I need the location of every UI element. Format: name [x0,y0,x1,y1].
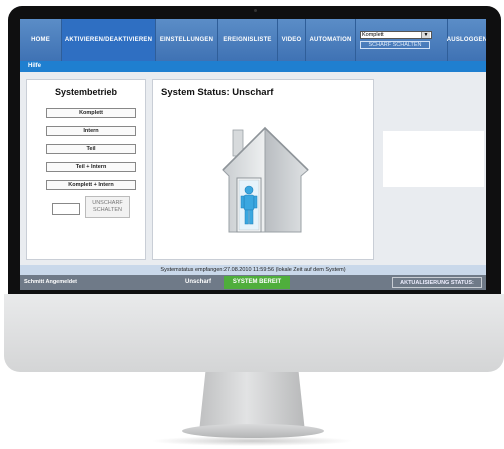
help-link[interactable]: Hilfe [28,63,41,69]
mode-select[interactable]: Komplett ▼ [360,31,432,39]
nav-event-list[interactable]: EREIGNISLISTE [218,19,278,61]
top-navigation: HOME AKTIVIEREN/DEAKTIVIEREN EINSTELLUNG… [20,19,486,61]
nav-home[interactable]: HOME [20,19,62,61]
bottom-status-bar: Schmitt Angemeldet Unscharf SYSTEM BEREI… [20,275,486,290]
screen: HOME AKTIVIEREN/DEAKTIVIEREN EINSTELLUNG… [20,19,486,290]
nav-arm-disarm[interactable]: AKTIVIEREN/DEAKTIVIEREN [62,19,156,61]
arm-state-badge: Unscharf [184,279,211,285]
chevron-down-icon: ▼ [421,32,430,38]
panel-title: Systembetrieb [54,87,118,97]
mode-button-full-internal[interactable]: Komplett + Intern [46,180,136,190]
mode-select-value: Komplett [362,32,384,38]
system-status-panel: System Status: Unscharf [152,79,374,260]
mode-button-internal[interactable]: Intern [46,126,136,136]
disarm-label-line2: SCHALTEN [93,207,122,213]
mode-button-full[interactable]: Komplett [46,108,136,118]
logout-button[interactable]: AUSLOGGEN [447,19,486,61]
mode-button-partial[interactable]: Teil [46,144,136,154]
monitor-stand-neck [199,372,305,432]
disarm-button[interactable]: UNSCHARF SCHALTEN [85,196,130,218]
nav-settings[interactable]: EINSTELLUNGEN [156,19,218,61]
logged-in-user: Schmitt Angemeldet [24,279,77,285]
system-operation-panel: Systembetrieb Komplett Intern Teil Teil … [26,79,146,260]
disarm-label-line1: UNSCHARF [92,200,123,206]
status-received-line: Systemstatus empfangen:27.08.2010 11:59:… [20,265,486,275]
side-info-box [383,131,484,187]
arm-button[interactable]: SCHARF SCHALTEN [360,41,430,49]
nav-automation[interactable]: AUTOMATION [306,19,356,61]
pin-code-input[interactable] [52,203,80,215]
monitor-stand-foot [182,424,324,438]
mode-button-partial-internal[interactable]: Teil + Intern [46,162,136,172]
nav-video[interactable]: VIDEO [278,19,306,61]
status-title: System Status: Unscharf [161,87,274,98]
system-ready-badge: SYSTEM BEREIT [224,276,290,289]
quick-arm-area: Komplett ▼ SCHARF SCHALTEN [356,19,448,61]
monitor-chin [4,294,504,372]
house-status-icon [222,126,309,233]
sub-navigation: Hilfe [20,61,486,72]
update-status-button[interactable]: AKTUALISIERUNG STATUS: [392,277,482,288]
camera-icon [254,9,257,12]
